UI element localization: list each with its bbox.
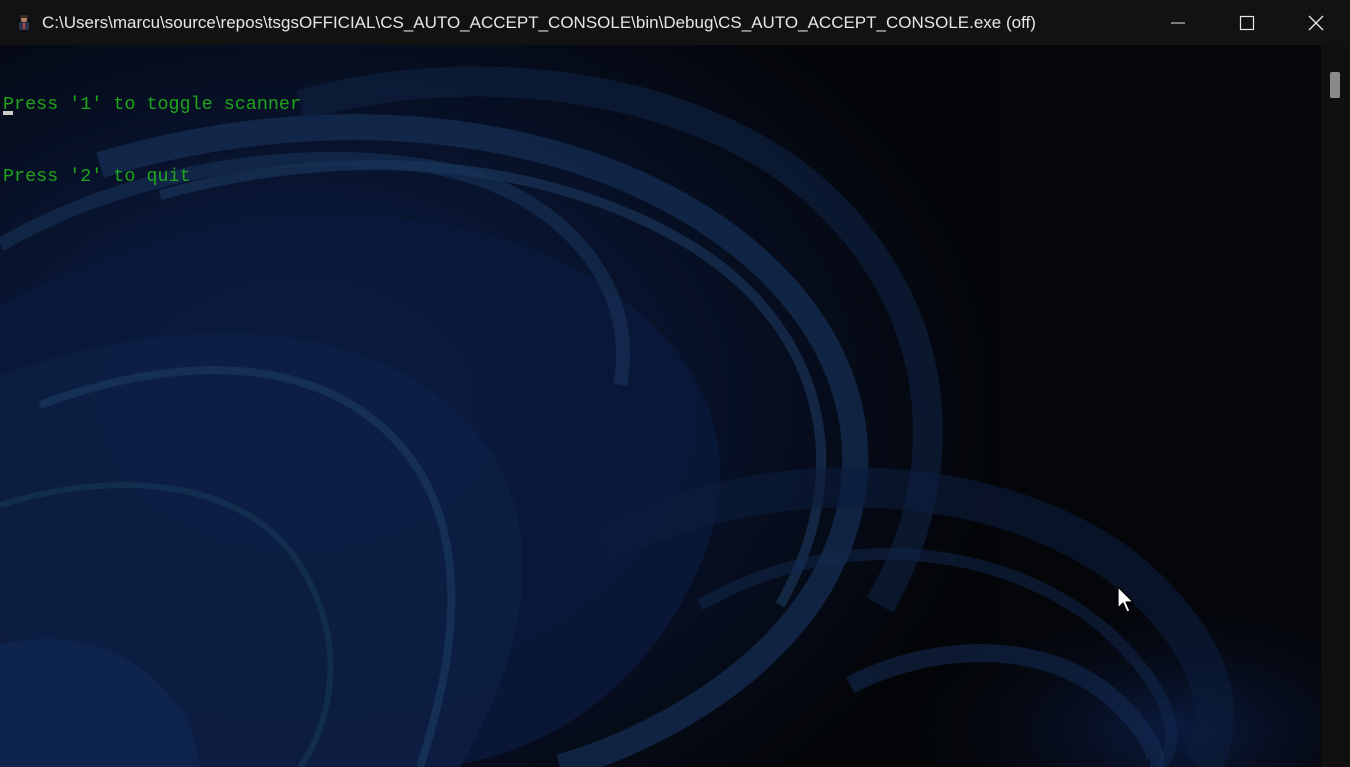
window-title: C:\Users\marcu\source\repos\tsgsOFFICIAL… (42, 12, 1036, 32)
text-cursor-caret (3, 111, 13, 115)
minimize-icon (1170, 22, 1185, 23)
maximize-icon (1239, 15, 1254, 30)
console-window: C:\Users\marcu\source\repos\tsgsOFFICIAL… (0, 0, 1350, 767)
minimize-button[interactable] (1143, 0, 1212, 45)
title-bar[interactable]: C:\Users\marcu\source\repos\tsgsOFFICIAL… (0, 0, 1350, 45)
console-text: Press '1' to toggle scanner Press '2' to… (3, 45, 301, 237)
scrollbar-thumb[interactable] (1330, 72, 1340, 98)
console-output-area[interactable]: Press '1' to toggle scanner Press '2' to… (0, 45, 1321, 767)
app-user-icon[interactable] (15, 14, 33, 32)
console-line-quit: Press '2' to quit (3, 166, 191, 187)
close-button[interactable] (1281, 0, 1350, 45)
mouse-pointer-icon (1117, 586, 1135, 619)
window-controls (1143, 0, 1350, 45)
maximize-button[interactable] (1212, 0, 1281, 45)
console-line-toggle: Press '1' to toggle scanner (3, 94, 301, 115)
close-icon (1308, 15, 1323, 30)
vertical-scrollbar[interactable] (1321, 45, 1350, 767)
